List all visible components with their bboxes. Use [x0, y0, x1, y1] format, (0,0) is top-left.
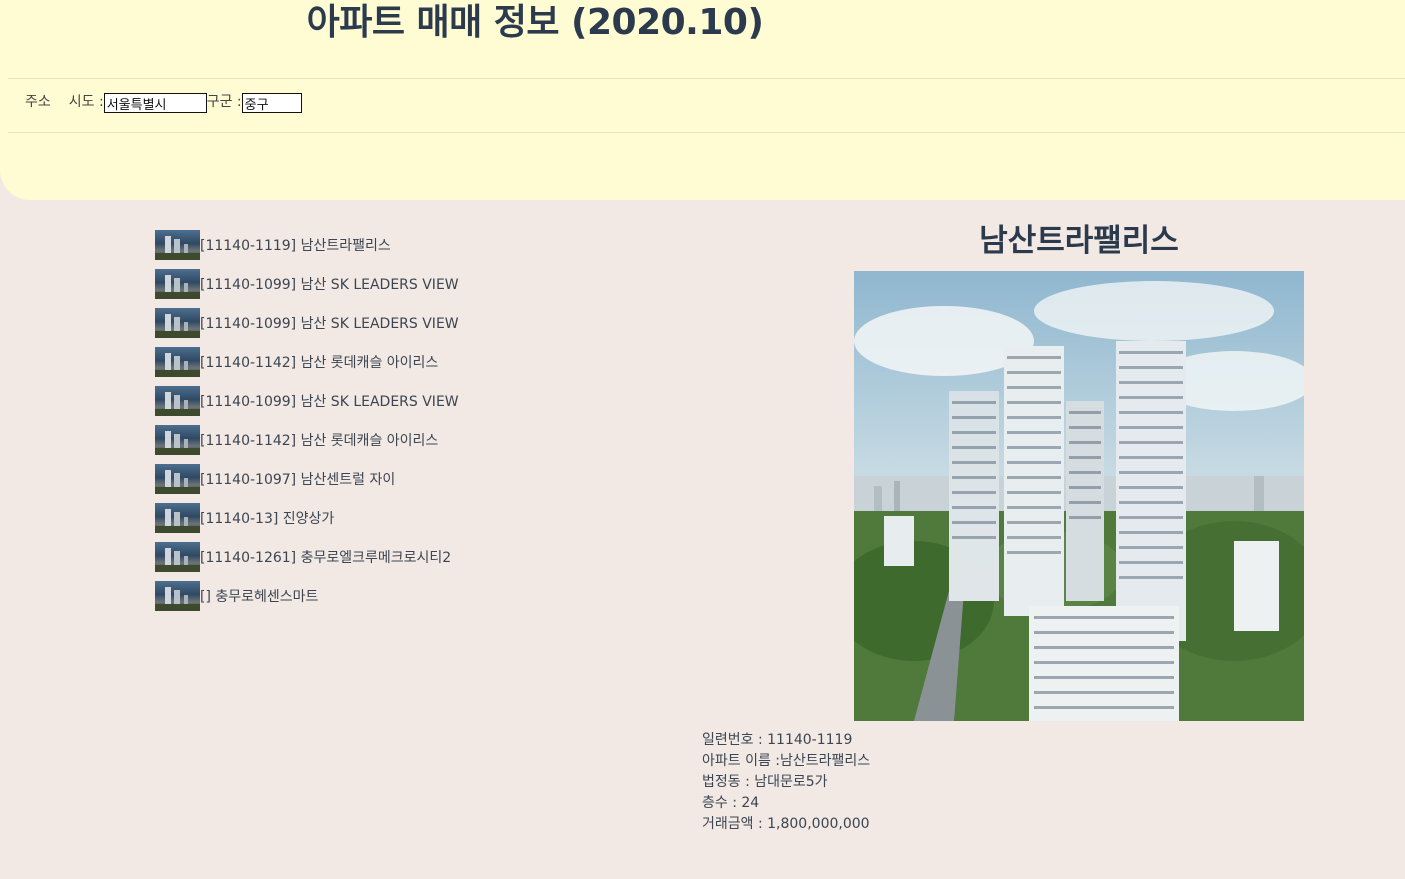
list-item[interactable]: [11140-1099] 남산 SK LEADERS VIEW: [155, 386, 459, 416]
list-item[interactable]: [11140-1099] 남산 SK LEADERS VIEW: [155, 269, 459, 299]
gugun-input[interactable]: [241, 93, 302, 113]
apartment-thumbnail: [155, 425, 200, 455]
apartment-list: [11140-1119] 남산트라팰리스 [11140-1099] 남산 SK …: [155, 230, 459, 620]
list-item[interactable]: [11140-1142] 남산 롯데캐슬 아이리스: [155, 347, 459, 377]
page: 아파트 매매 정보 (2020.10) 주소 시도 : 구군 : [11140-11…: [0, 0, 1405, 879]
apartment-list-label: [11140-1119] 남산트라팰리스: [200, 238, 391, 254]
list-item[interactable]: [] 충무로헤센스마트: [155, 581, 459, 611]
list-item[interactable]: [11140-1261] 충무로엘크루메크로시티2: [155, 542, 459, 572]
apartment-list-label: [11140-13] 진양상가: [200, 511, 335, 527]
header: 아파트 매매 정보 (2020.10) 주소 시도 : 구군 :: [0, 0, 1405, 200]
list-item[interactable]: [11140-1119] 남산트라팰리스: [155, 230, 459, 260]
apartment-thumbnail: [155, 269, 200, 299]
detail-title: 남산트라팰리스: [979, 223, 1179, 259]
apartment-thumbnail: [155, 347, 200, 377]
detail-serial: 일련번호 : 11140-1119: [702, 732, 853, 748]
detail-floor: 층수 : 24: [702, 795, 760, 811]
list-item[interactable]: [11140-1142] 남산 롯데캐슬 아이리스: [155, 425, 459, 455]
address-form: 주소 시도 : 구군 :: [25, 91, 302, 113]
divider: [8, 132, 1405, 133]
list-item[interactable]: [11140-1099] 남산 SK LEADERS VIEW: [155, 308, 459, 338]
page-title: 아파트 매매 정보 (2020.10): [306, 2, 764, 43]
apartment-list-label: [11140-1099] 남산 SK LEADERS VIEW: [200, 394, 459, 410]
apartment-list-label: [] 충무로헤센스마트: [200, 589, 319, 605]
sido-label: 시도 :: [68, 94, 104, 110]
detail-dong: 법정동 : 남대문로5가: [702, 774, 828, 790]
apartment-thumbnail: [155, 464, 200, 494]
address-label: 주소: [25, 94, 51, 110]
apartment-thumbnail: [155, 542, 200, 572]
sido-input[interactable]: [103, 93, 207, 113]
apartment-list-label: [11140-1099] 남산 SK LEADERS VIEW: [200, 316, 459, 332]
apartment-thumbnail: [155, 308, 200, 338]
apartment-thumbnail: [155, 230, 200, 260]
apartment-list-label: [11140-1142] 남산 롯데캐슬 아이리스: [200, 355, 439, 371]
apartment-thumbnail: [155, 581, 200, 611]
apartment-thumbnail: [155, 503, 200, 533]
apartment-list-label: [11140-1261] 충무로엘크루메크로시티2: [200, 550, 452, 566]
apartment-photo: [854, 271, 1304, 721]
divider: [8, 78, 1405, 79]
list-item[interactable]: [11140-13] 진양상가: [155, 503, 459, 533]
apartment-list-label: [11140-1097] 남산센트럴 자이: [200, 472, 396, 488]
detail-apt-name: 아파트 이름 :남산트라팰리스: [702, 753, 871, 769]
apartment-thumbnail: [155, 386, 200, 416]
apartment-details: 일련번호 : 11140-1119 아파트 이름 :남산트라팰리스 법정동 : …: [702, 730, 870, 835]
list-item[interactable]: [11140-1097] 남산센트럴 자이: [155, 464, 459, 494]
gugun-label: 구군 :: [206, 94, 242, 110]
apartment-list-label: [11140-1099] 남산 SK LEADERS VIEW: [200, 277, 459, 293]
detail-price: 거래금액 : 1,800,000,000: [702, 816, 870, 832]
apartment-list-label: [11140-1142] 남산 롯데캐슬 아이리스: [200, 433, 439, 449]
